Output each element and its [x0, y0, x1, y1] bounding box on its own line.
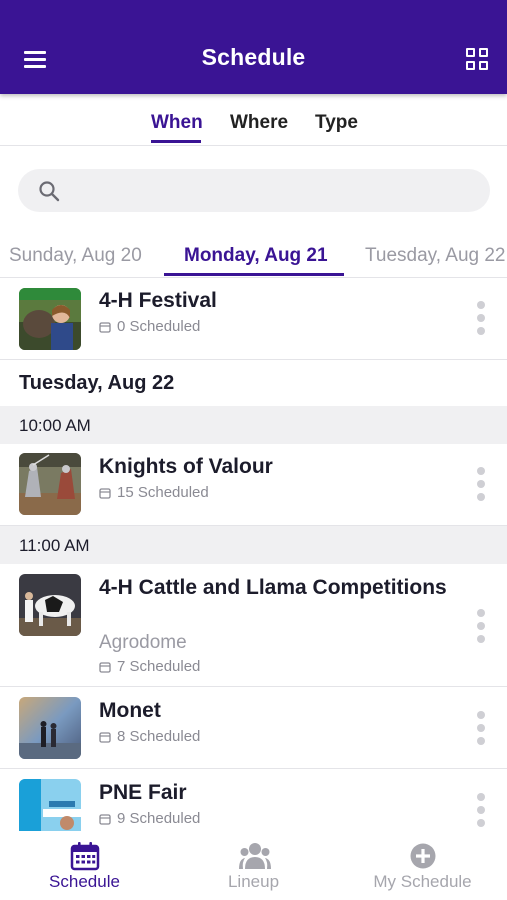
time-header: 10:00 AM	[0, 406, 507, 444]
calendar-icon	[70, 842, 100, 871]
event-row-monet[interactable]: Monet 8 Scheduled	[0, 687, 507, 769]
tab-when[interactable]: When	[151, 112, 203, 134]
nav-schedule[interactable]: Schedule	[0, 831, 169, 900]
filter-tabs: When Where Type	[0, 94, 507, 146]
scheduled-text: 8 Scheduled	[117, 728, 201, 745]
day-tab-sunday[interactable]: Sunday, Aug 20	[9, 245, 142, 267]
event-thumbnail	[19, 697, 81, 759]
page-title: Schedule	[201, 44, 306, 70]
scheduled-text: 9 Scheduled	[117, 810, 201, 827]
scheduled-text: 0 Scheduled	[117, 318, 201, 335]
nav-my-schedule-label: My Schedule	[373, 872, 472, 891]
calendar-small-icon	[99, 661, 111, 673]
event-venue: Agrodome	[99, 632, 187, 653]
scheduled-text: 7 Scheduled	[117, 658, 201, 675]
event-thumbnail	[19, 779, 81, 831]
nav-my-schedule[interactable]: My Schedule	[338, 831, 507, 900]
day-tab-monday[interactable]: Monday, Aug 21	[184, 245, 328, 267]
time-header-label: 10:00 AM	[19, 416, 91, 435]
more-options-icon[interactable]	[474, 793, 488, 829]
event-name: Monet	[99, 699, 161, 722]
tab-type[interactable]: Type	[315, 112, 358, 134]
nav-schedule-label: Schedule	[49, 872, 120, 891]
day-tabs: Sunday, Aug 20 Monday, Aug 21 Tuesday, A…	[0, 232, 507, 278]
event-row-pne-fair[interactable]: PNE Fair 9 Scheduled	[0, 769, 507, 831]
nav-lineup-label: Lineup	[227, 872, 280, 891]
search-input[interactable]	[18, 169, 490, 212]
bottom-navigation: Schedule Lineup My Schedule	[0, 831, 507, 900]
people-icon	[239, 843, 271, 869]
plus-circle-icon	[410, 843, 436, 869]
calendar-small-icon	[99, 731, 111, 743]
app-bar: Schedule	[0, 0, 507, 94]
event-row-knights-of-valour[interactable]: Knights of Valour 15 Scheduled	[0, 444, 507, 526]
more-options-icon[interactable]	[474, 467, 488, 503]
calendar-small-icon	[99, 487, 111, 499]
more-options-icon[interactable]	[474, 301, 488, 337]
event-thumbnail	[19, 288, 81, 350]
active-tab-indicator	[151, 140, 201, 143]
grid-view-icon[interactable]	[466, 48, 490, 72]
calendar-small-icon	[99, 321, 111, 333]
event-row-4h-festival[interactable]: 4-H Festival 0 Scheduled	[0, 279, 507, 360]
scheduled-count: 9 Scheduled	[99, 810, 200, 827]
nav-lineup[interactable]: Lineup	[169, 831, 338, 900]
event-name: 4-H Festival	[99, 289, 217, 312]
active-day-indicator	[164, 273, 344, 276]
day-tab-tuesday[interactable]: Tuesday, Aug 22	[365, 245, 506, 267]
scheduled-count: 8 Scheduled	[99, 728, 200, 745]
event-name: PNE Fair	[99, 781, 187, 804]
event-name: 4-H Cattle and Llama Competitions	[99, 576, 447, 599]
scheduled-count: 15 Scheduled	[99, 484, 209, 501]
scheduled-count: 0 Scheduled	[99, 318, 200, 335]
tab-where[interactable]: Where	[230, 112, 288, 134]
calendar-small-icon	[99, 813, 111, 825]
more-options-icon[interactable]	[474, 711, 488, 747]
date-header: Tuesday, Aug 22	[0, 360, 507, 406]
event-row-cattle-llama[interactable]: 4-H Cattle and Llama Competitions Agrodo…	[0, 564, 507, 687]
scheduled-count: 7 Scheduled	[99, 658, 200, 675]
event-name: Knights of Valour	[99, 455, 273, 478]
scheduled-text: 15 Scheduled	[117, 484, 209, 501]
event-thumbnail	[19, 574, 81, 636]
time-header: 11:00 AM	[0, 526, 507, 564]
date-header-label: Tuesday, Aug 22	[19, 372, 175, 394]
more-options-icon[interactable]	[474, 609, 488, 645]
time-header-label: 11:00 AM	[19, 536, 90, 555]
event-thumbnail	[19, 453, 81, 515]
search-icon	[39, 181, 60, 202]
event-list[interactable]: 4-H Festival 0 Scheduled Tuesday, Aug 22…	[0, 279, 507, 831]
